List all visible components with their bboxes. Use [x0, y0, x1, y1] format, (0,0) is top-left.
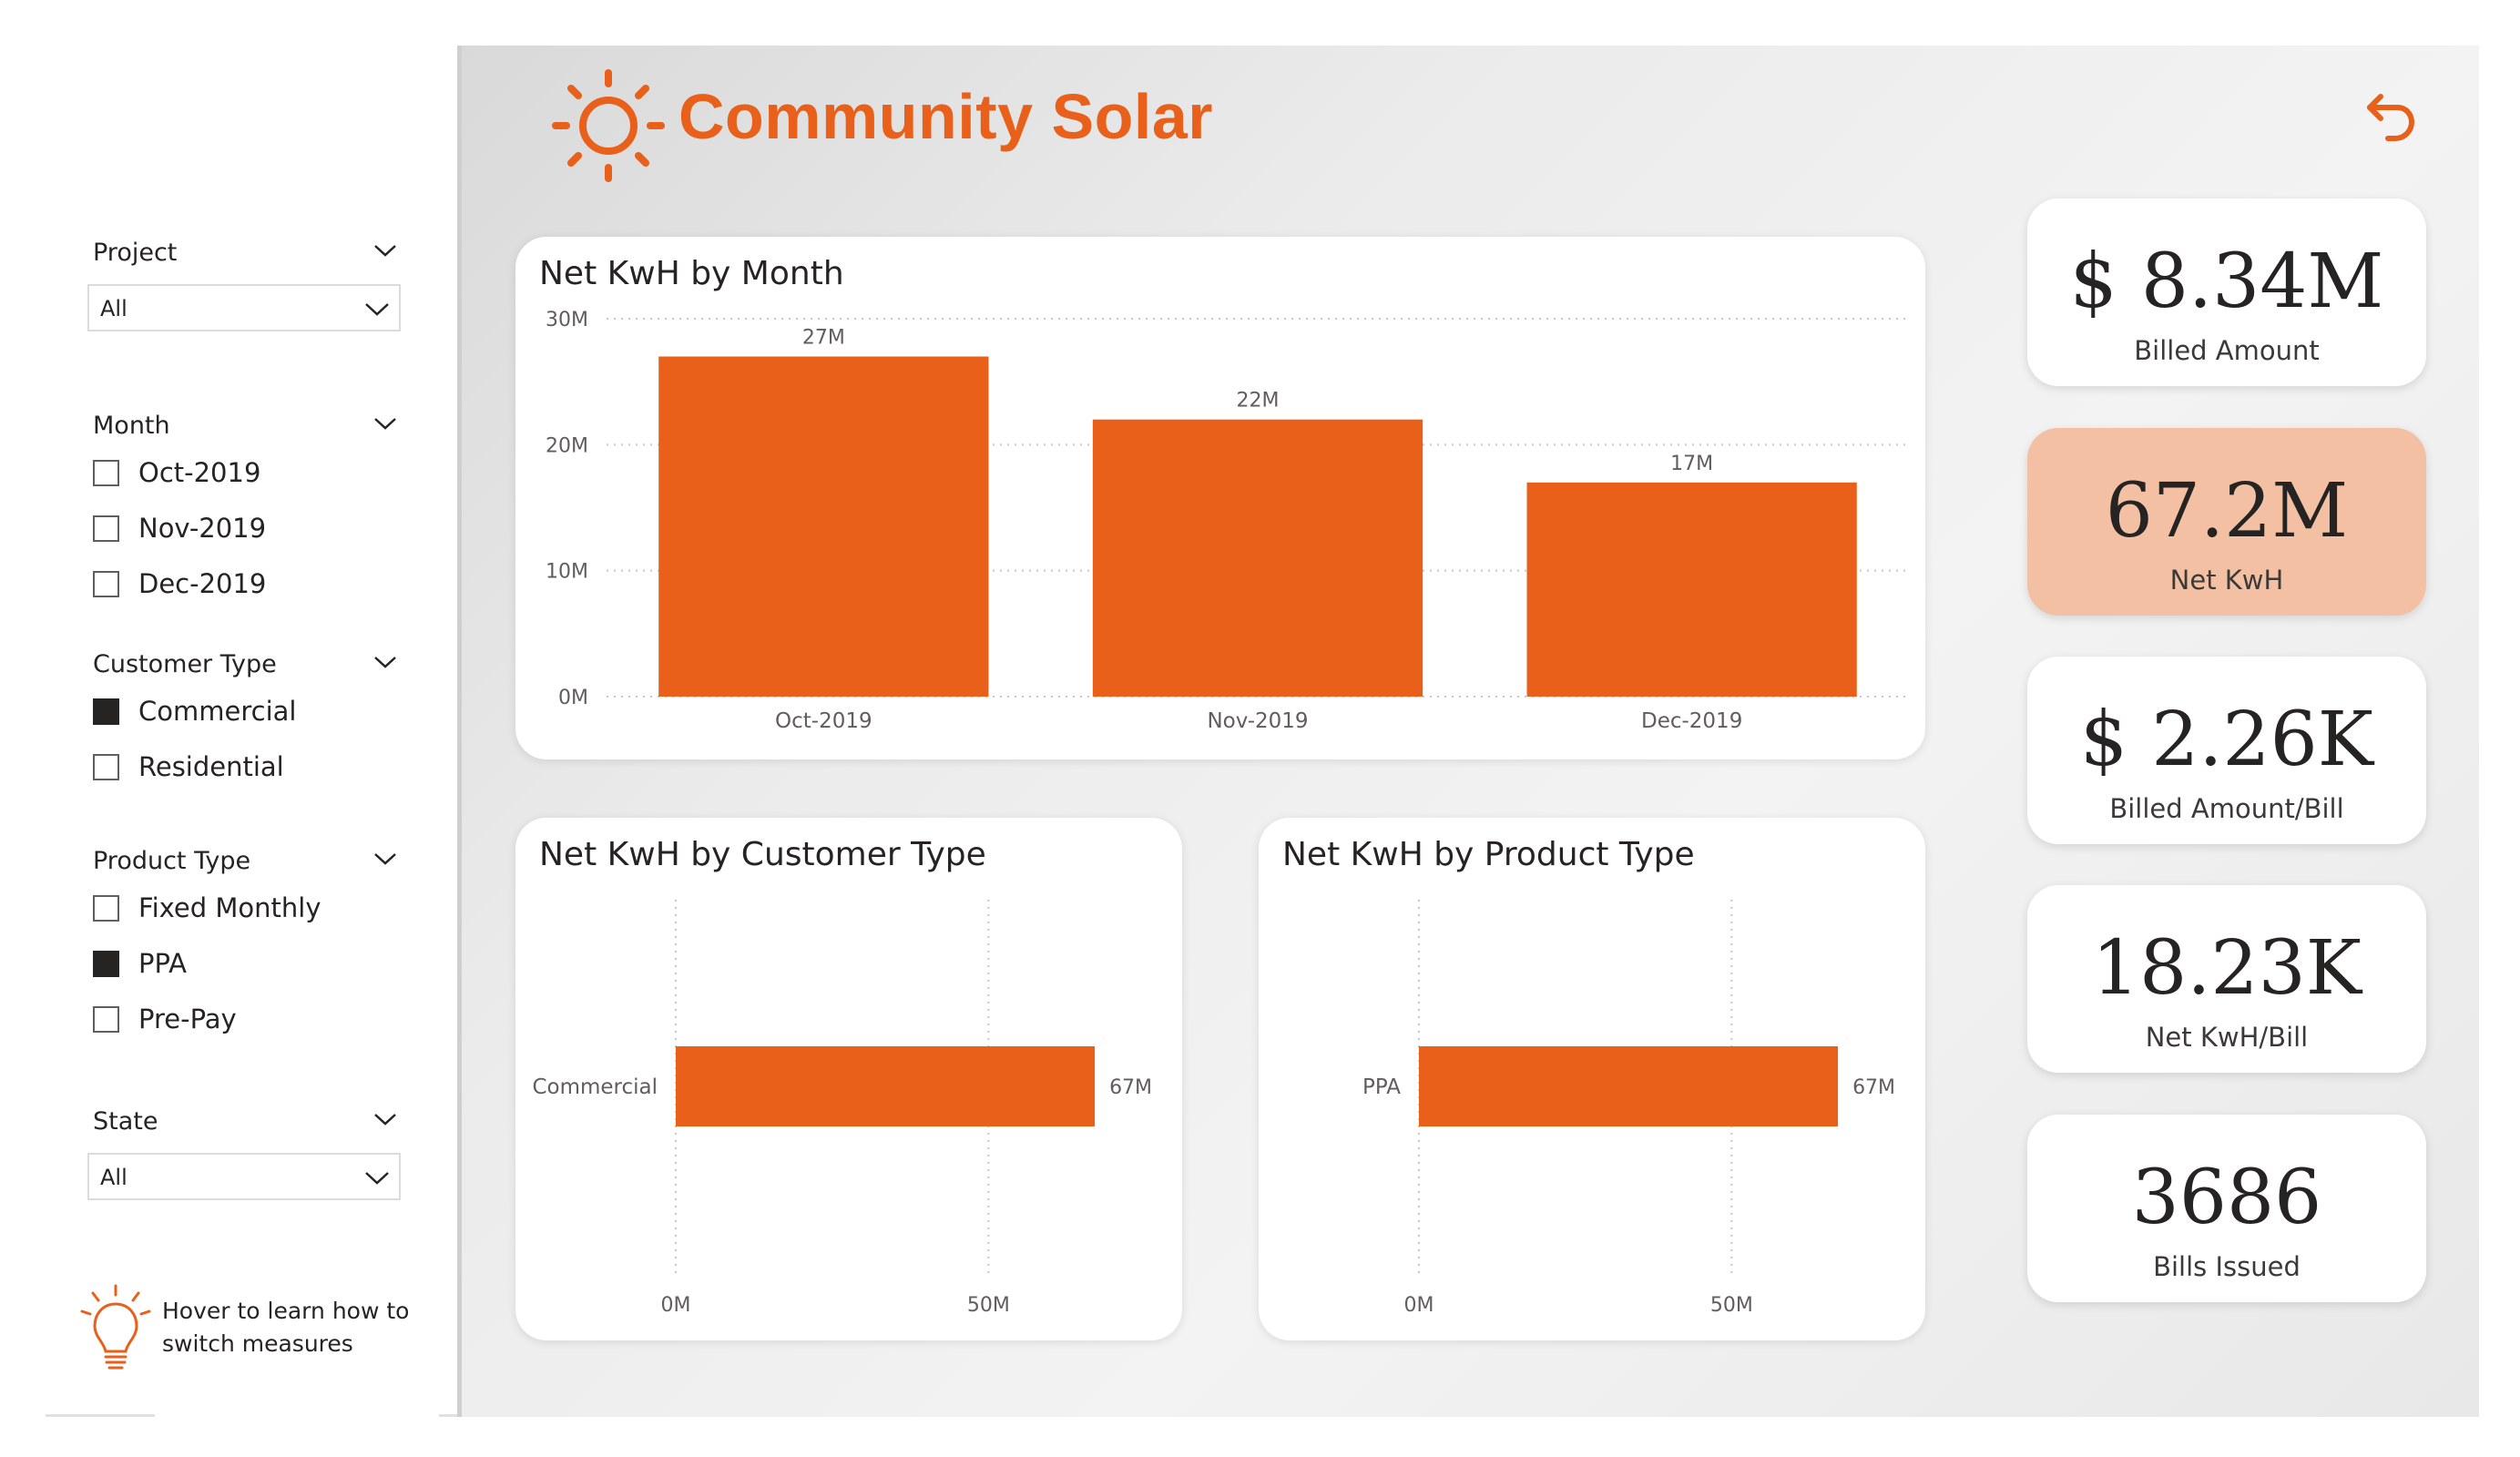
data-label: 67M — [1109, 1076, 1152, 1099]
state-slicer-title: State — [93, 1107, 158, 1136]
divider — [46, 1414, 155, 1417]
project-dropdown[interactable]: All — [87, 284, 401, 331]
y-tick-label: 10M — [546, 561, 588, 584]
data-label: 67M — [1852, 1076, 1895, 1099]
kpi-label: Net KwH/Bill — [2145, 1022, 2309, 1053]
x-tick-label: Nov-2019 — [1207, 709, 1308, 733]
y-tick-label: PPA — [1362, 1075, 1401, 1099]
bar — [1092, 419, 1423, 697]
bar — [658, 356, 989, 697]
option-label: Fixed Monthly — [138, 892, 321, 923]
kpi-value: 18.23K — [2091, 925, 2362, 1012]
checkbox-checked[interactable] — [93, 951, 119, 977]
month-slicer-title: Month — [93, 412, 170, 440]
checkbox[interactable] — [93, 754, 119, 780]
option-label: Residential — [138, 751, 284, 782]
y-tick-label: Commercial — [532, 1075, 658, 1099]
net-kwh-by-product-type-chart: 0M 50M PPA 67M — [1362, 900, 1895, 1317]
project-slicer-title: Project — [93, 239, 178, 267]
state-dropdown-value: All — [100, 1165, 128, 1190]
sun-icon — [552, 69, 665, 182]
chevron-down-icon[interactable] — [373, 417, 397, 430]
bar — [1419, 1046, 1839, 1126]
data-label: 17M — [1670, 453, 1713, 475]
chevron-down-icon[interactable] — [373, 852, 397, 865]
data-label: 27M — [802, 327, 845, 350]
option-label: Pre-Pay — [138, 1004, 237, 1034]
checkbox[interactable] — [93, 460, 119, 486]
x-tick-label: 0M — [1404, 1294, 1434, 1317]
net-kwh-by-month-card[interactable]: Net KwH by Month 0M 10M 20M 30M 27M Oct-2019 2… — [515, 237, 1925, 759]
kpi-label: Bills Issued — [2153, 1251, 2301, 1282]
chevron-down-icon[interactable] — [373, 244, 397, 257]
bar — [1526, 482, 1857, 697]
kpi-billed-amount-per-bill[interactable]: $ 2.26K Billed Amount/Bill — [2027, 657, 2426, 844]
net-kwh-by-customer-type-card[interactable]: Net KwH by Customer Type 0M 50M Commercial… — [515, 818, 1182, 1340]
option-label: Dec-2019 — [138, 568, 267, 599]
net-kwh-by-month-chart: 0M 10M 20M 30M 27M Oct-2019 22M Nov-2019 17M Dec-… — [546, 309, 1909, 733]
y-tick-label: 20M — [546, 434, 588, 457]
net-kwh-by-product-type-card[interactable]: Net KwH by Product Type 0M 50M PPA 67M — [1259, 818, 1925, 1340]
x-tick-label: Dec-2019 — [1641, 709, 1742, 733]
chevron-down-icon[interactable] — [373, 656, 397, 668]
kpi-bills-issued[interactable]: 3686 Bills Issued — [2027, 1115, 2426, 1302]
customer-type-slicer-title: Customer Type — [93, 650, 277, 678]
checkbox[interactable] — [93, 515, 119, 542]
x-tick-label: 50M — [967, 1294, 1010, 1317]
kpi-value: $ 8.34M — [2069, 239, 2384, 325]
product-type-slicer-title: Product Type — [93, 847, 251, 875]
x-tick-label: 0M — [661, 1294, 691, 1317]
kpi-value: 67.2M — [2105, 468, 2349, 555]
app-title: Community Solar — [678, 81, 1214, 152]
back-arrow-icon[interactable] — [2361, 87, 2417, 144]
kpi-billed-amount[interactable]: $ 8.34M Billed Amount — [2027, 199, 2426, 386]
chevron-down-icon[interactable] — [373, 1113, 397, 1126]
kpi-label: Billed Amount — [2134, 335, 2320, 366]
option-label: Nov-2019 — [138, 513, 267, 544]
option-label: PPA — [138, 948, 187, 979]
data-label: 22M — [1237, 390, 1280, 413]
checkbox[interactable] — [93, 571, 119, 597]
kpi-net-kwh[interactable]: 67.2M Net KwH — [2027, 428, 2426, 616]
lightbulb-icon[interactable] — [75, 1282, 157, 1377]
kpi-value: $ 2.26K — [2079, 697, 2374, 783]
kpi-label: Billed Amount/Bill — [2109, 793, 2344, 824]
checkbox[interactable] — [93, 1006, 119, 1033]
checkbox-checked[interactable] — [93, 698, 119, 725]
chevron-down-icon — [365, 1172, 389, 1185]
checkbox[interactable] — [93, 895, 119, 922]
x-tick-label: Oct-2019 — [775, 709, 872, 733]
x-tick-label: 50M — [1710, 1294, 1753, 1317]
kpi-value: 3686 — [2131, 1155, 2322, 1241]
state-dropdown[interactable]: All — [87, 1153, 401, 1200]
kpi-net-kwh-per-bill[interactable]: 18.23K Net KwH/Bill — [2027, 885, 2426, 1073]
chevron-down-icon — [365, 303, 389, 316]
kpi-label: Net KwH — [2169, 565, 2284, 596]
y-tick-label: 0M — [558, 687, 588, 709]
hint-text: Hover to learn how to switch measures — [162, 1298, 410, 1357]
bar — [676, 1046, 1096, 1126]
net-kwh-by-customer-type-chart: 0M 50M Commercial 67M — [532, 900, 1152, 1317]
project-dropdown-value: All — [100, 296, 128, 321]
y-tick-label: 30M — [546, 309, 588, 331]
option-label: Oct-2019 — [138, 457, 261, 488]
option-label: Commercial — [138, 696, 297, 727]
